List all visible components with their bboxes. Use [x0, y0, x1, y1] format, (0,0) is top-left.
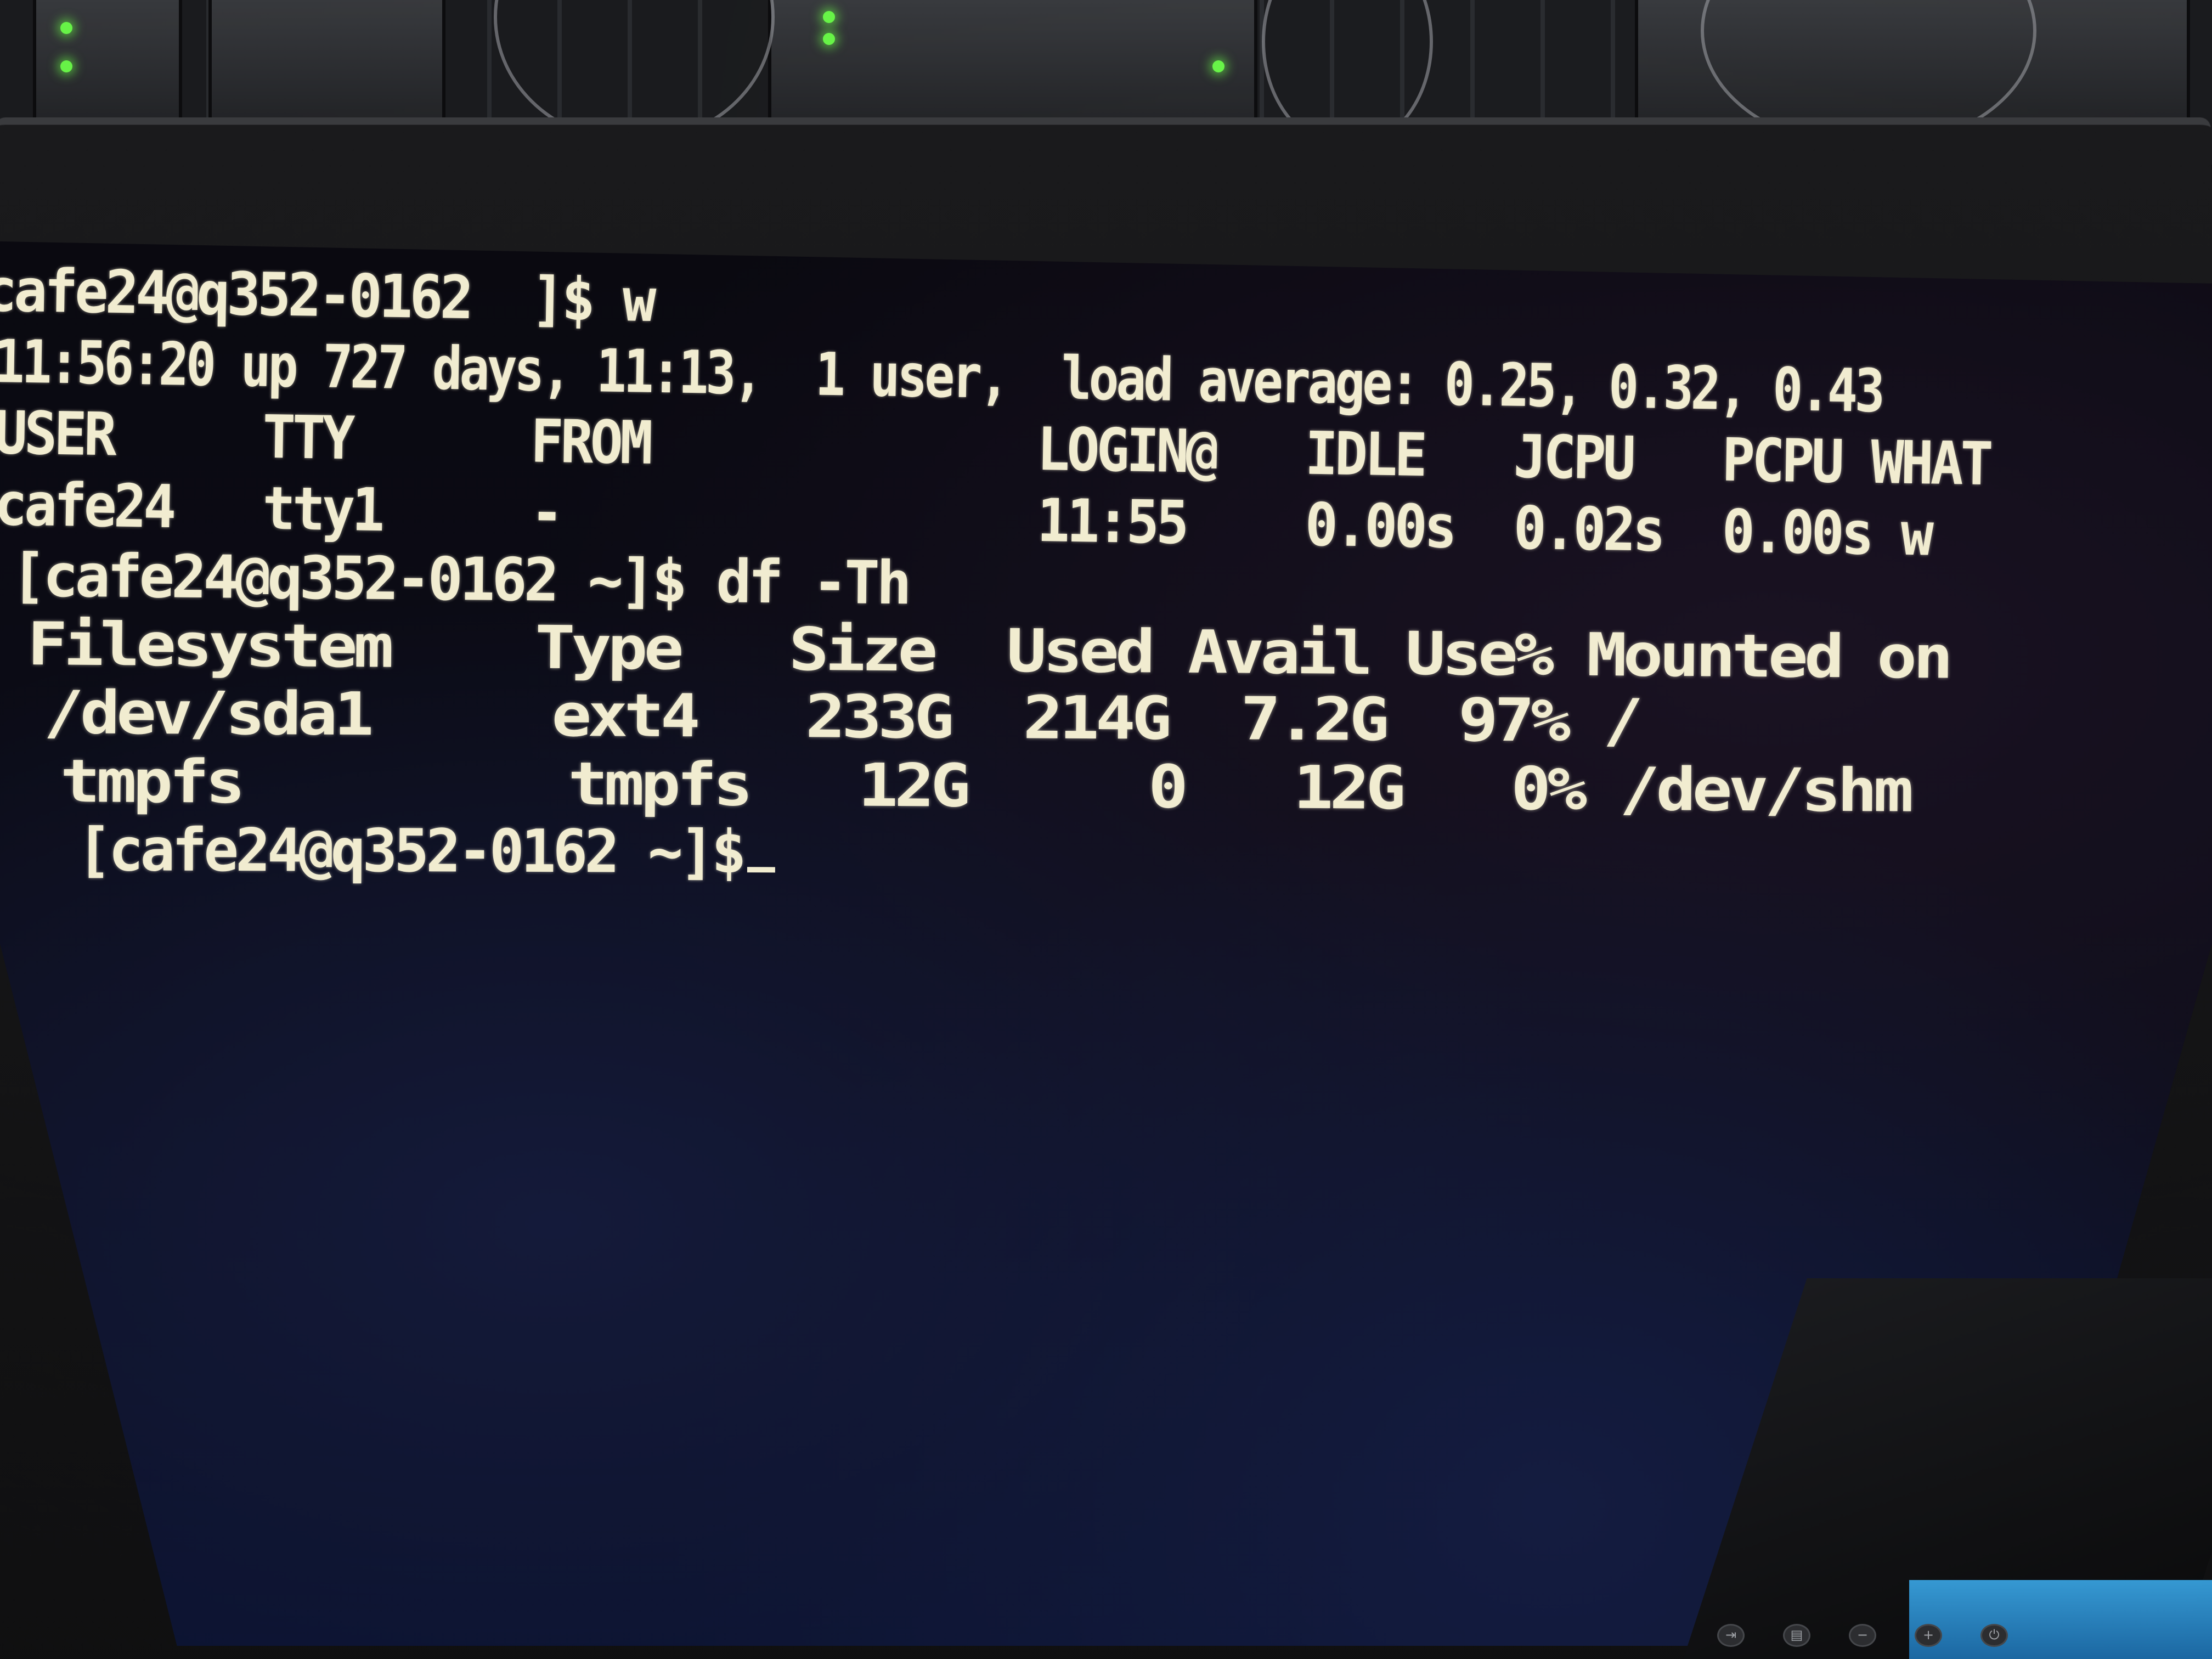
terminal-line-df-row-tmpfs: tmpfs tmpfs 12G 0 12G 0% /dev/shm: [60, 747, 1910, 826]
power-icon[interactable]: ⏻: [1980, 1624, 2008, 1647]
status-led-icon: [1212, 60, 1224, 72]
status-led-icon: [60, 22, 72, 34]
cursor: [747, 867, 776, 873]
photo: cafe24@q352-0162 ]$ w 11:56:20 up 727 da…: [0, 0, 2212, 1659]
minus-icon[interactable]: −: [1849, 1624, 1876, 1647]
status-led-icon: [823, 33, 835, 45]
terminal-line-prompt-current: [cafe24@q352-0162 ~]$: [76, 816, 776, 887]
monitor-stand-base: [1909, 1580, 2212, 1659]
input-icon[interactable]: ⇥: [1717, 1624, 1745, 1647]
plus-icon[interactable]: +: [1915, 1624, 1942, 1647]
menu-icon[interactable]: ▤: [1783, 1624, 1810, 1647]
prompt-text: [cafe24@q352-0162 ~]$: [76, 816, 743, 887]
terminal-line-df-row-sda1: /dev/sda1 ext4 233G 214G 7.2G 97% /: [43, 679, 1640, 756]
status-led-icon: [60, 60, 72, 72]
status-led-icon: [823, 11, 835, 23]
monitor-buttons: ⇥ ▤ − + ⏻: [1717, 1624, 2008, 1647]
terminal-line-prompt-df: [cafe24@q352-0162 ~]$ df -Th: [10, 541, 909, 618]
terminal-line-prompt-w: cafe24@q352-0162 ]$ w: [0, 256, 654, 336]
terminal-line-df-header: Filesystem Type Size Used Avail Use% Mou…: [27, 610, 1950, 692]
